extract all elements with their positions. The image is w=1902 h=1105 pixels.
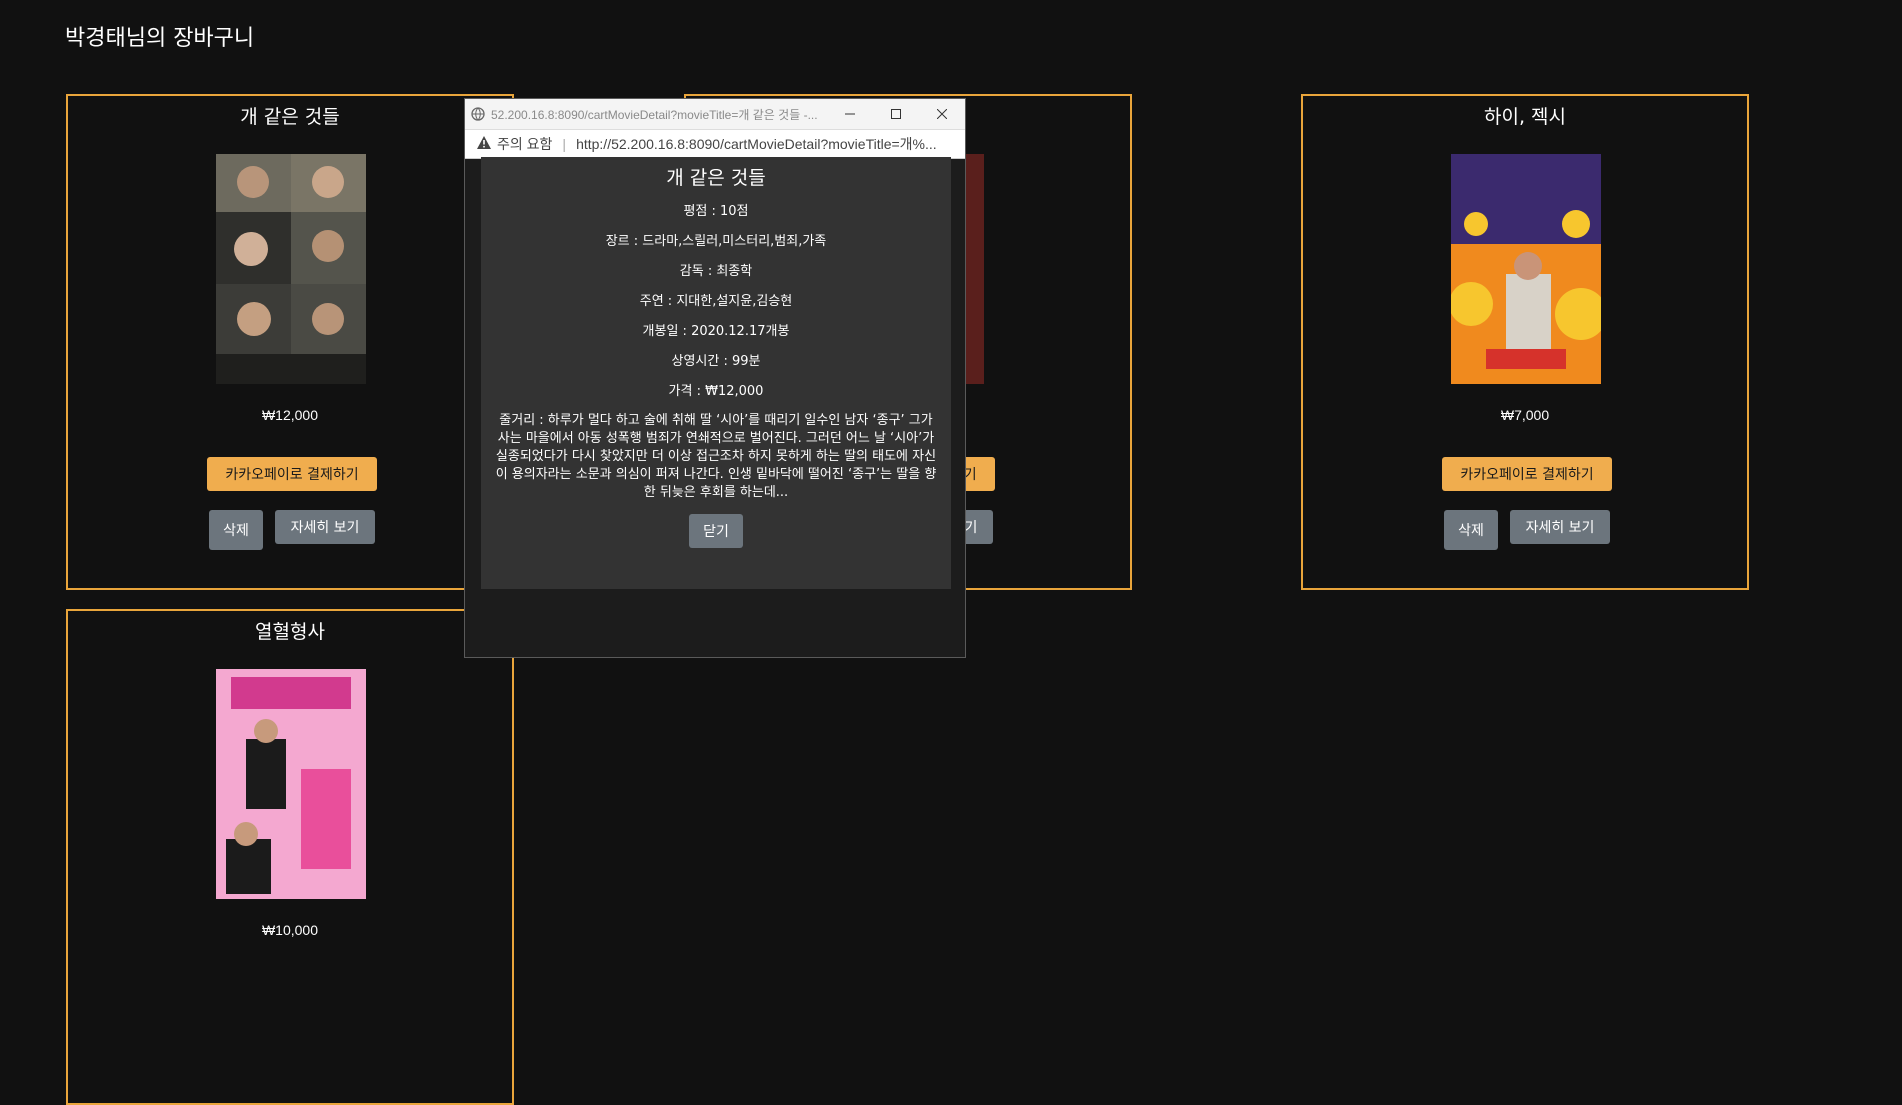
detail-button[interactable]: 자세히 보기 — [275, 510, 375, 544]
detail-rating: 평점 : 10점 — [683, 204, 749, 219]
popup-addressbar[interactable]: 주의 요함 | http://52.200.16.8:8090/cartMovi… — [465, 129, 965, 159]
detail-plot: 줄거리 : 하루가 멀다 하고 술에 취해 딸 ‘시아’를 때리기 일수인 남자… — [495, 413, 937, 500]
movie-poster[interactable] — [1451, 154, 1601, 384]
address-url[interactable]: http://52.200.16.8:8090/cartMovieDetail?… — [576, 134, 937, 154]
kakaopay-button[interactable]: 카카오페이로 결제하기 — [207, 457, 377, 491]
globe-icon — [471, 107, 485, 121]
movie-poster[interactable] — [216, 669, 366, 899]
detail-cast: 주연 : 지대한,설지윤,김승현 — [639, 294, 793, 309]
close-button[interactable]: 닫기 — [689, 514, 743, 548]
cart-item-card: 열혈형사 ₩10,000 — [66, 609, 514, 1105]
warning-icon — [477, 136, 491, 152]
security-label: 주의 요함 — [497, 136, 553, 152]
delete-button[interactable]: 삭제 — [209, 510, 263, 550]
detail-genre: 장르 : 드라마,스릴러,미스터리,범죄,가족 — [605, 234, 827, 249]
popup-window-title: 52.200.16.8:8090/cartMovieDetail?movieTi… — [491, 107, 818, 122]
popup-titlebar[interactable]: 52.200.16.8:8090/cartMovieDetail?movieTi… — [465, 99, 965, 129]
movie-price: ₩12,000 — [261, 407, 319, 423]
popup-content: 개 같은 것들 평점 : 10점 장르 : 드라마,스릴러,미스터리,범죄,가족… — [481, 157, 951, 589]
movie-title: 하이, 젝시 — [1484, 106, 1566, 128]
kakaopay-button[interactable]: 카카오페이로 결제하기 — [1442, 457, 1612, 491]
detail-release-date: 개봉일 : 2020.12.17개봉 — [642, 324, 790, 339]
close-icon[interactable] — [919, 99, 965, 129]
divider: | — [562, 136, 567, 152]
cart-item-card: 개 같은 것들 ₩12,000 카카오페이로 결제하기 삭제 자세히 보기 — [66, 94, 514, 590]
maximize-icon[interactable] — [873, 99, 919, 129]
delete-button[interactable]: 삭제 — [1444, 510, 1498, 550]
minimize-icon[interactable] — [827, 99, 873, 129]
movie-title: 개 같은 것들 — [240, 106, 340, 128]
cart-item-card: 하이, 젝시 ₩7,000 카카오페이로 결제하기 삭제 자세히 보기 — [1301, 94, 1749, 590]
movie-price: ₩7,000 — [1500, 407, 1550, 423]
detail-price: 가격 : ₩12,000 — [668, 384, 764, 399]
detail-director: 감독 : 최종학 — [679, 264, 753, 279]
detail-runtime: 상영시간 : 99분 — [671, 354, 761, 369]
movie-detail-popup-window: 52.200.16.8:8090/cartMovieDetail?movieTi… — [464, 98, 966, 658]
detail-button[interactable]: 자세히 보기 — [1510, 510, 1610, 544]
page-title: 박경태님의 장바구니 — [65, 26, 255, 51]
movie-price: ₩10,000 — [261, 922, 319, 938]
movie-title: 열혈형사 — [255, 621, 325, 643]
movie-poster[interactable] — [216, 154, 366, 384]
detail-movie-title: 개 같은 것들 — [666, 167, 766, 189]
